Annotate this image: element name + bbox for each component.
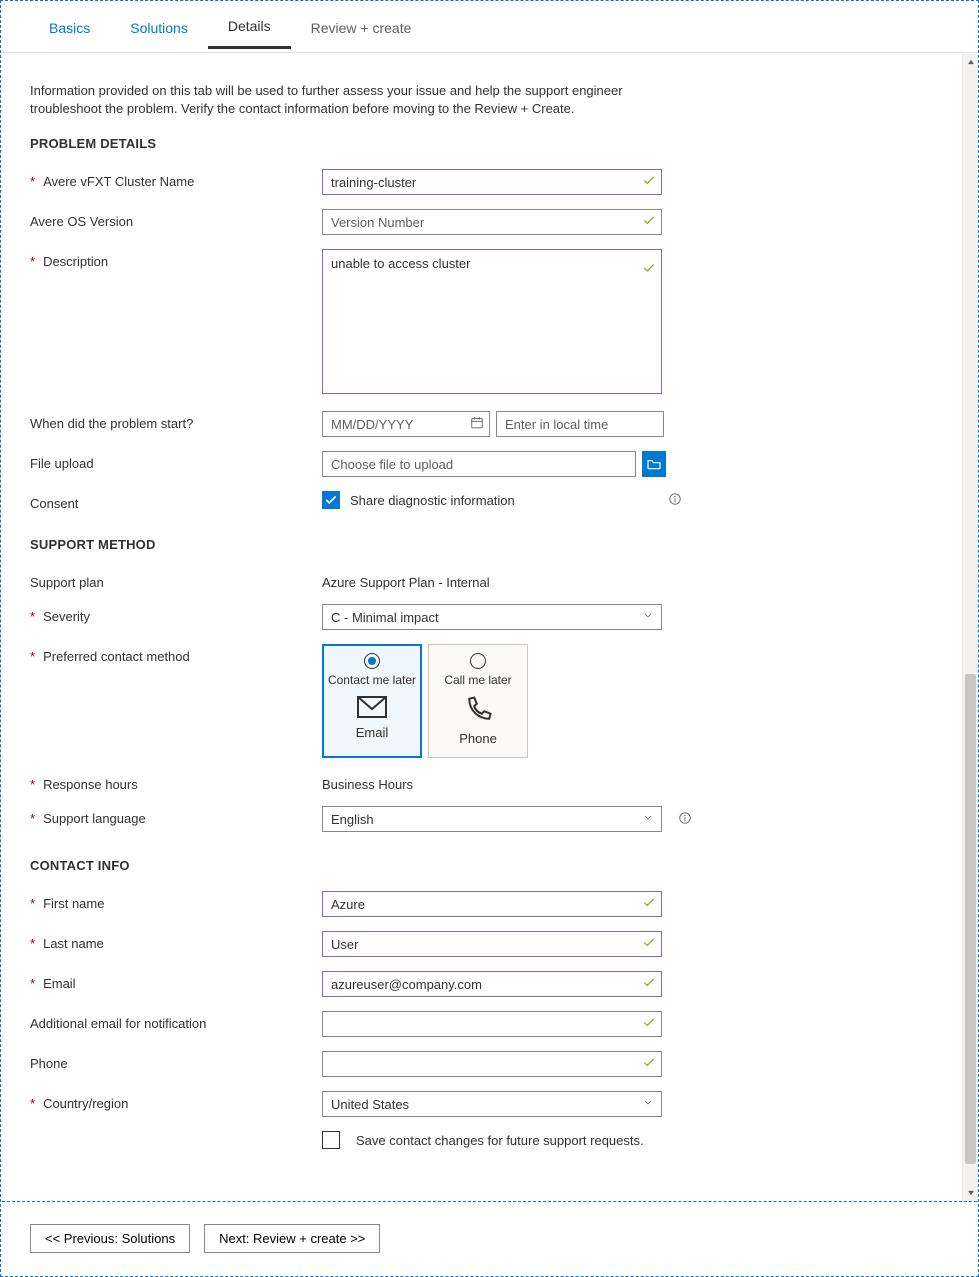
tab-solutions[interactable]: Solutions — [110, 6, 208, 48]
save-contact-label: Save contact changes for future support … — [356, 1133, 644, 1148]
label-first: First name — [43, 896, 104, 911]
label-description: Description — [43, 254, 108, 269]
card-title: Contact me later — [328, 673, 416, 687]
label-cluster: Avere vFXT Cluster Name — [43, 174, 194, 189]
label-last: Last name — [43, 936, 104, 951]
tab-bar: Basics Solutions Details Review + create — [1, 1, 978, 53]
hours-value: Business Hours — [322, 772, 413, 792]
next-button[interactable]: Next: Review + create >> — [204, 1224, 380, 1253]
required-indicator: * — [30, 976, 35, 991]
language-select[interactable] — [322, 806, 662, 832]
country-select[interactable] — [322, 1091, 662, 1117]
label-hours: Response hours — [43, 777, 138, 792]
phone-icon — [463, 695, 493, 725]
radio-selected-icon — [364, 653, 380, 669]
previous-button[interactable]: << Previous: Solutions — [30, 1224, 190, 1253]
tab-review[interactable]: Review + create — [291, 6, 432, 48]
footer-actions: << Previous: Solutions Next: Review + cr… — [2, 1201, 977, 1275]
label-lang: Support language — [43, 811, 146, 826]
time-input[interactable] — [496, 411, 664, 437]
label-severity: Severity — [43, 609, 90, 624]
tab-details[interactable]: Details — [208, 4, 291, 49]
cluster-name-input[interactable] — [322, 169, 662, 195]
contact-method-email[interactable]: Contact me later Email — [322, 644, 422, 758]
required-indicator: * — [30, 254, 35, 269]
save-contact-checkbox[interactable] — [322, 1131, 340, 1149]
label-plan: Support plan — [30, 575, 104, 590]
radio-icon — [470, 653, 486, 669]
label-os: Avere OS Version — [30, 214, 133, 229]
required-indicator: * — [30, 1096, 35, 1111]
additional-email-input[interactable] — [322, 1011, 662, 1037]
severity-select[interactable] — [322, 604, 662, 630]
first-name-input[interactable] — [322, 891, 662, 917]
tab-basics[interactable]: Basics — [29, 6, 110, 48]
form-scroll-area: Information provided on this tab will be… — [2, 54, 977, 1201]
required-indicator: * — [30, 896, 35, 911]
label-consent: Consent — [30, 496, 78, 511]
label-when: When did the problem start? — [30, 416, 193, 431]
label-phone: Phone — [30, 1056, 68, 1071]
section-support-method: SUPPORT METHOD — [30, 537, 949, 552]
label-addl: Additional email for notification — [30, 1016, 206, 1031]
scroll-thumb[interactable] — [965, 674, 976, 1164]
contact-method-phone[interactable]: Call me later Phone — [428, 644, 528, 758]
required-indicator: * — [30, 811, 35, 826]
description-textarea[interactable]: unable to access cluster — [322, 249, 662, 394]
last-name-input[interactable] — [322, 931, 662, 957]
card-title: Call me later — [444, 673, 511, 687]
required-indicator: * — [30, 609, 35, 624]
folder-icon — [646, 456, 662, 472]
section-contact-info: CONTACT INFO — [30, 858, 949, 873]
info-icon[interactable] — [668, 492, 682, 509]
required-indicator: * — [30, 174, 35, 189]
intro-text: Information provided on this tab will be… — [30, 82, 670, 118]
consent-label: Share diagnostic information — [350, 493, 515, 508]
scroll-up-arrow[interactable] — [963, 54, 978, 70]
os-version-input[interactable] — [322, 209, 662, 235]
scroll-down-arrow[interactable] — [963, 1185, 978, 1201]
card-sub: Phone — [459, 731, 497, 746]
required-indicator: * — [30, 777, 35, 792]
required-indicator: * — [30, 649, 35, 664]
label-file: File upload — [30, 456, 94, 471]
phone-input[interactable] — [322, 1051, 662, 1077]
file-upload-input[interactable] — [322, 451, 636, 477]
required-indicator: * — [30, 936, 35, 951]
card-sub: Email — [356, 725, 389, 740]
section-problem-details: PROBLEM DETAILS — [30, 136, 949, 151]
info-icon[interactable] — [678, 811, 692, 828]
email-icon — [356, 695, 388, 719]
file-browse-button[interactable] — [642, 451, 666, 477]
label-email: Email — [43, 976, 76, 991]
date-input[interactable] — [322, 411, 490, 437]
vertical-scrollbar[interactable] — [962, 54, 978, 1201]
plan-value: Azure Support Plan - Internal — [322, 570, 490, 590]
consent-checkbox[interactable] — [322, 491, 340, 509]
label-country: Country/region — [43, 1096, 128, 1111]
label-pref: Preferred contact method — [43, 649, 190, 664]
email-input[interactable] — [322, 971, 662, 997]
